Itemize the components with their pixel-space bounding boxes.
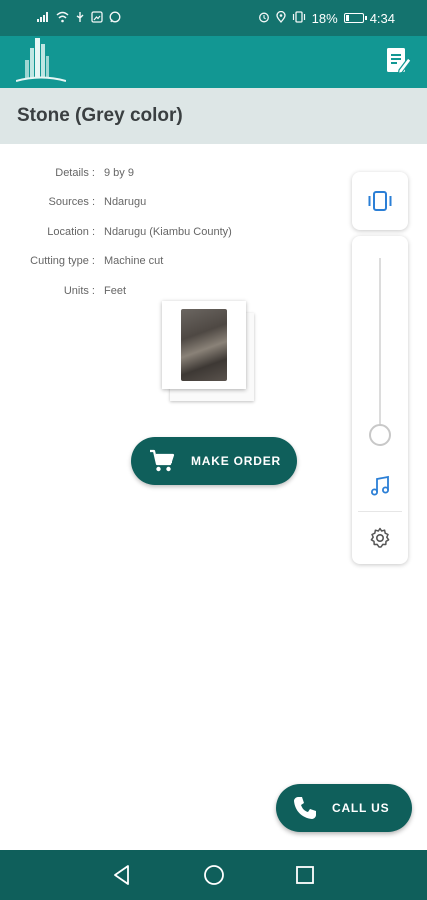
detail-label: Details : xyxy=(55,166,95,179)
home-icon[interactable] xyxy=(202,863,226,887)
product-details: Details : 9 by 9 Sources : Ndarugu Locat… xyxy=(0,158,300,306)
call-us-button[interactable]: CALL US xyxy=(276,784,412,832)
alarm-icon xyxy=(258,11,270,26)
detail-label: Location : xyxy=(47,225,95,238)
detail-value: Feet xyxy=(104,284,127,297)
volume-panel xyxy=(352,236,408,564)
document-edit-icon[interactable] xyxy=(385,46,412,76)
back-icon[interactable] xyxy=(110,863,134,887)
detail-row: Cutting type : Machine cut xyxy=(0,247,300,277)
volume-slider-track[interactable] xyxy=(379,258,381,434)
title-band: Stone (Grey color) xyxy=(0,88,427,144)
ringer-mode-button[interactable] xyxy=(352,172,408,230)
detail-row: Sources : Ndarugu xyxy=(0,188,300,218)
clock: 4:34 xyxy=(369,10,395,26)
skyline-logo-icon xyxy=(15,36,67,84)
detail-value: Ndarugu (Kiambu County) xyxy=(104,225,232,238)
product-image-stack[interactable] xyxy=(162,301,256,401)
detail-value: Ndarugu xyxy=(104,196,147,209)
call-us-label: CALL US xyxy=(332,801,390,815)
detail-label: Sources : xyxy=(48,196,95,209)
make-order-button[interactable]: MAKE ORDER xyxy=(131,437,297,485)
recents-icon[interactable] xyxy=(293,863,317,887)
vibrate-icon xyxy=(368,191,392,211)
cart-icon xyxy=(150,449,175,472)
gear-icon[interactable] xyxy=(368,526,392,550)
usb-icon xyxy=(75,11,85,26)
status-right-icons: 18% 4:34 xyxy=(258,10,395,26)
app-bar xyxy=(0,36,427,88)
phone-icon xyxy=(294,797,316,819)
battery-fill xyxy=(345,15,349,21)
detail-label: Cutting type : xyxy=(30,255,95,268)
detail-row: Details : 9 by 9 xyxy=(0,158,300,188)
location-icon xyxy=(276,10,286,26)
system-nav-bar xyxy=(0,850,427,900)
volume-slider-thumb[interactable] xyxy=(369,424,391,446)
page-title: Stone (Grey color) xyxy=(17,105,183,126)
whatsapp-icon xyxy=(109,11,121,26)
status-bar: 18% 4:34 xyxy=(0,0,427,36)
status-left-icons xyxy=(36,10,121,26)
detail-label: Units : xyxy=(63,284,95,297)
battery-percent: 18% xyxy=(311,10,338,26)
make-order-label: MAKE ORDER xyxy=(191,454,282,468)
music-note-icon[interactable] xyxy=(368,474,392,498)
signal-icon xyxy=(36,11,50,26)
detail-value: Machine cut xyxy=(104,255,164,268)
panel-divider xyxy=(358,511,402,512)
vibrate-icon xyxy=(292,10,306,26)
stone-photo xyxy=(181,309,227,381)
detail-row: Location : Ndarugu (Kiambu County) xyxy=(0,217,300,247)
gallery-icon xyxy=(91,10,103,26)
battery-icon xyxy=(343,13,367,23)
wifi-icon xyxy=(56,11,69,26)
product-image[interactable] xyxy=(162,301,246,389)
detail-value: 9 by 9 xyxy=(104,166,134,179)
